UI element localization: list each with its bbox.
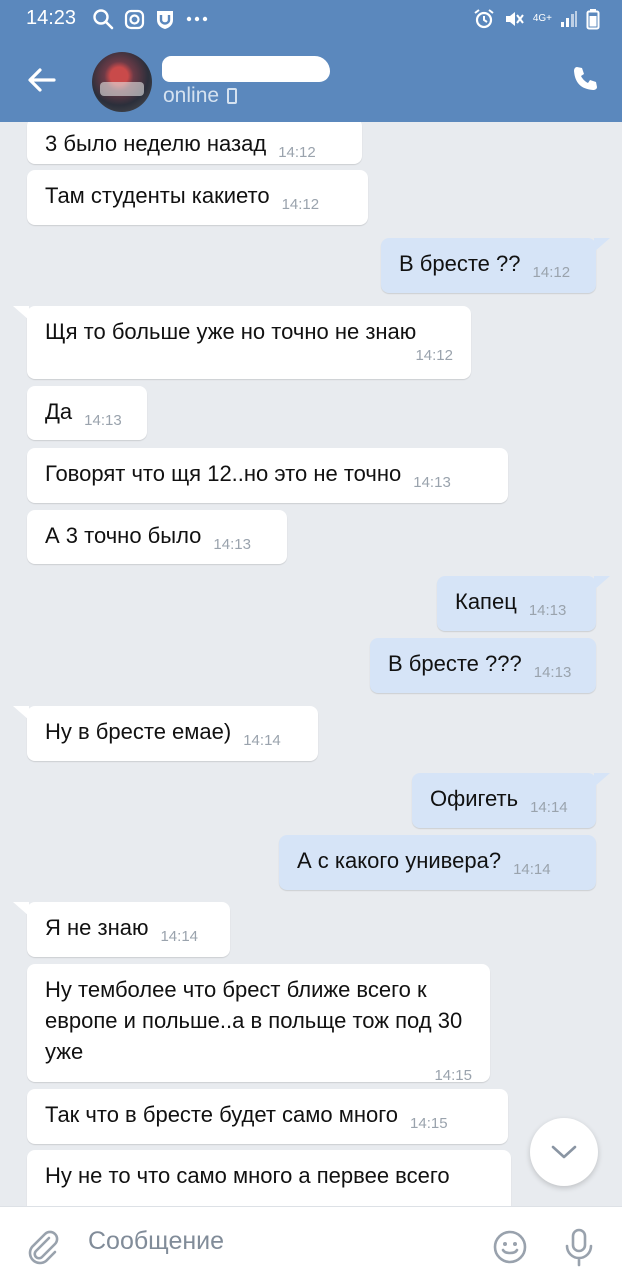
status-system-icons: 4G+ [473,8,600,30]
message-bubble-incoming[interactable]: А 3 точно было 14:13 [27,510,287,564]
arrow-left-icon[interactable] [24,62,60,98]
contact-name-redacted[interactable] [162,56,330,82]
message-time: 14:13 [213,536,251,553]
message-time: 14:13 [528,602,567,619]
message-bubble-outgoing[interactable]: В бресте ??? 14:13 [370,638,596,693]
message-bubble-outgoing[interactable]: Офигеть 14:14 [412,773,610,828]
chat-header: 14:23 4G+ online [0,0,622,122]
message-text: Говорят что щя 12..но это не точно [45,461,402,486]
message-text: А 3 точно было [45,523,202,548]
message-time: 14:13 [413,474,451,491]
status-time: 14:23 [26,7,77,29]
message-bubble-incoming[interactable]: Ну темболее что брест ближе всего к евро… [27,964,490,1084]
bubble-tail [13,706,29,720]
message-time: 14:14 [513,861,551,878]
bubble-tail [13,306,29,320]
message-text: 3 было неделю назад [45,131,267,156]
message-time: 14:15 [434,1067,472,1084]
message-time: 14:12 [281,196,320,213]
message-time: 14:12 [415,347,453,364]
message-list[interactable]: 3 было неделю назад 14:12 Там студенты ка… [0,122,622,1206]
avatar[interactable] [92,52,152,112]
message-bubble-incoming[interactable]: Там студенты какието 14:12 [27,170,368,225]
bubble-tail [594,773,610,787]
battery-icon [586,9,600,30]
message-text: Офигеть [430,786,519,811]
message-text: Я не знаю [45,915,149,940]
phone-icon[interactable] [570,64,600,94]
message-time: 14:12 [532,264,571,281]
message-composer: Сообщение [0,1206,622,1280]
message-bubble-incoming[interactable]: Ну не то что само много а первее всего [27,1150,511,1206]
message-bubble-incoming[interactable]: Говорят что щя 12..но это не точно 14:13 [27,448,508,503]
message-text: В бресте ?? [399,251,521,276]
network-type-label: 4G+ [532,13,552,24]
signal-icon [561,11,577,27]
status-bar: 14:23 4G+ [0,0,622,38]
message-bubble-outgoing[interactable]: Капец 14:13 [437,576,610,631]
message-bubble-incoming[interactable]: Да 14:13 [27,386,147,440]
paperclip-icon[interactable] [24,1229,60,1265]
message-bubble-outgoing[interactable]: А с какого универа? 14:14 [279,835,596,890]
message-text: Ну темболее что брест ближе всего к евро… [45,977,463,1064]
message-bubble-incoming[interactable]: Щя то больше уже но точно не знаю 14:12 [13,306,471,379]
scroll-to-bottom-button[interactable] [530,1118,598,1186]
message-text: Капец [455,589,517,614]
bubble-tail [594,238,610,252]
message-text: Ну в бресте емае) [45,719,232,744]
chevron-down-icon [551,1145,577,1159]
shield-app-icon [157,10,173,29]
mobile-device-icon [227,88,238,104]
message-bubble-incoming[interactable]: Я не знаю 14:14 [13,902,230,957]
message-text: Ну не то что само много а первее всего [45,1163,450,1188]
message-input[interactable]: Сообщение [88,1227,224,1256]
more-notifications-icon [186,16,208,22]
status-notification-icons [92,8,209,30]
message-text: Щя то больше уже но точно не знаю [45,319,417,344]
message-text: Там студенты какието [45,183,270,208]
mute-icon [505,12,524,26]
instagram-icon [124,9,145,29]
message-bubble-outgoing[interactable]: В бресте ?? 14:12 [381,238,610,293]
message-text: Да [45,399,73,424]
bubble-tail [13,902,29,916]
message-bubble-incoming[interactable]: 3 было неделю назад 14:12 [27,122,362,164]
message-time: 14:13 [533,664,572,681]
message-bubble-incoming[interactable]: Ну в бресте емае) 14:14 [13,706,318,761]
search-icon [93,9,114,30]
message-time: 14:14 [160,928,199,945]
message-time: 14:14 [243,732,281,749]
message-time: 14:13 [84,412,122,429]
message-time: 14:12 [278,144,316,161]
bubble-tail [594,576,610,590]
message-text: Так что в бресте будет само много [45,1102,399,1127]
alarm-icon [474,9,494,29]
message-time: 14:15 [410,1115,448,1132]
microphone-icon[interactable] [562,1227,596,1267]
message-time: 14:14 [530,799,568,816]
message-text: В бресте ??? [388,651,522,676]
presence-label: online [163,84,220,107]
presence-status: online [163,84,238,108]
message-bubble-incoming[interactable]: Так что в бресте будет само много 14:15 [27,1089,508,1144]
smile-icon[interactable] [492,1229,528,1265]
message-text: А с какого универа? [297,848,502,873]
